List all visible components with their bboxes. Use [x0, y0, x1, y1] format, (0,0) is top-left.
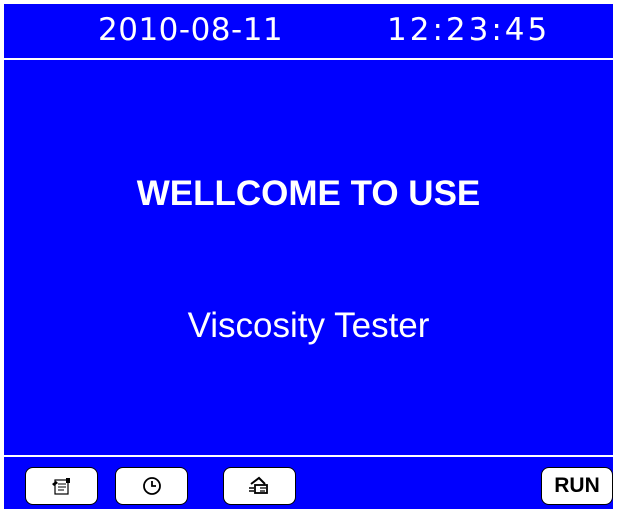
product-name: Viscosity Tester — [187, 306, 430, 345]
run-button[interactable]: RUN — [541, 467, 613, 505]
date-display: 2010-08-11 — [98, 12, 284, 48]
settings-button[interactable] — [25, 467, 98, 505]
clock-icon — [140, 474, 164, 498]
clock-button[interactable] — [115, 467, 188, 505]
status-bar: 2010-08-11 12:23:45 — [4, 4, 613, 60]
device-screen: 2010-08-11 12:23:45 WELLCOME TO USE Visc… — [4, 4, 613, 509]
time-display: 12:23:45 — [387, 12, 551, 48]
welcome-message: WELLCOME TO USE — [136, 174, 481, 213]
settings-document-icon — [50, 476, 74, 496]
adjust-button[interactable] — [223, 467, 296, 505]
bottom-divider — [4, 455, 613, 457]
tool-adjust-icon — [247, 475, 273, 497]
